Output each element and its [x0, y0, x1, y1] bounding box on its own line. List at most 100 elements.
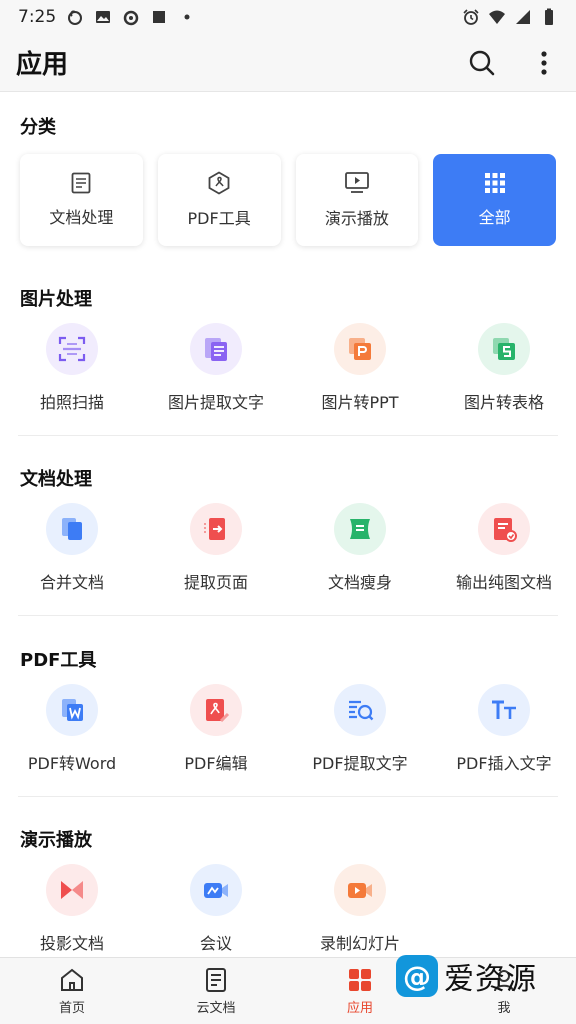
tool-photo-scan[interactable]: 拍照扫描	[0, 323, 144, 413]
watermark: @ 爱资源	[396, 954, 537, 998]
image-doc-icon	[494, 518, 517, 542]
tool-icon-bg	[190, 864, 242, 916]
divider	[18, 615, 558, 616]
watermark-logo-icon: @	[396, 955, 438, 997]
tool-image-ocr[interactable]: 图片提取文字	[144, 323, 288, 413]
pdf-to-word-icon	[62, 699, 83, 721]
tool-record-slides[interactable]: 录制幻灯片	[288, 864, 432, 954]
pdf-tools-section: PDF工具 PDF转Word PDF编辑 PDF提取文字 PDF插入文字	[0, 646, 576, 796]
section-title: 演示播放	[20, 830, 92, 851]
scan-icon	[58, 336, 86, 362]
text-search-icon	[349, 700, 374, 721]
tab-label: 我	[497, 1000, 511, 1016]
tool-label: PDF提取文字	[312, 754, 408, 773]
status-time: 7:25	[18, 7, 57, 27]
record-video-icon	[348, 883, 372, 898]
tab-label: 云文档	[196, 1000, 236, 1016]
more-options-button[interactable]	[528, 47, 560, 79]
image-notification-icon	[96, 11, 111, 23]
tool-label: 录制幻灯片	[319, 934, 400, 953]
tool-icon-bg	[334, 864, 386, 916]
categories-title: 分类	[20, 117, 56, 138]
video-meeting-icon	[204, 883, 228, 898]
tool-icon-bg	[478, 684, 530, 736]
image-text-icon	[205, 338, 227, 361]
tool-label: 合并文档	[39, 573, 104, 592]
pdf-edit-icon	[206, 699, 230, 723]
app-notification-icon	[68, 10, 83, 25]
tool-icon-bg	[334, 684, 386, 736]
tool-label: 图片转PPT	[321, 393, 399, 412]
ppt-icon	[349, 338, 371, 360]
battery-icon	[545, 8, 553, 25]
tool-icon-bg	[46, 684, 98, 736]
tool-icon-bg	[478, 323, 530, 375]
tool-extract-pages[interactable]: 提取页面	[144, 503, 288, 593]
extract-page-icon	[204, 518, 225, 540]
main-content: 分类 文档处理 PDF工具 演示播放 全部 图片处理 拍照扫描 图片提取文字 图…	[0, 93, 576, 957]
category-pdf[interactable]: PDF工具	[157, 154, 281, 246]
wifi-icon	[489, 10, 505, 24]
alarm-icon	[463, 9, 479, 25]
presentation-icon	[344, 172, 369, 193]
category-label: 文档处理	[49, 208, 114, 227]
apps-icon	[349, 968, 371, 991]
presentation-tools-section: 演示播放 投影文档 会议 录制幻灯片	[0, 826, 576, 957]
dot-notification-icon	[184, 14, 190, 20]
text-size-icon	[492, 700, 516, 719]
tool-image-to-sheet[interactable]: 图片转表格	[432, 323, 576, 413]
tool-project-doc[interactable]: 投影文档	[0, 864, 144, 954]
pdf-icon	[208, 171, 230, 195]
square-notification-icon	[153, 11, 166, 23]
divider	[18, 796, 558, 797]
home-icon	[61, 968, 83, 991]
category-document[interactable]: 文档处理	[20, 154, 143, 246]
section-title: 文档处理	[20, 469, 92, 490]
image-tools-section: 图片处理 拍照扫描 图片提取文字 图片转PPT 图片转表格	[0, 285, 576, 435]
category-row: 文档处理 PDF工具 演示播放 全部	[20, 154, 556, 246]
merge-icon	[62, 518, 82, 540]
category-label: 全部	[478, 208, 511, 227]
category-label: PDF工具	[187, 209, 251, 228]
tool-image-to-ppt[interactable]: 图片转PPT	[288, 323, 432, 413]
tab-cloud-docs[interactable]: 云文档	[144, 958, 288, 1024]
tool-merge-docs[interactable]: 合并文档	[0, 503, 144, 593]
tool-label: 投影文档	[39, 934, 104, 953]
tool-pdf-edit[interactable]: PDF编辑	[144, 684, 288, 774]
tool-label: PDF编辑	[184, 754, 248, 773]
tool-pdf-to-word[interactable]: PDF转Word	[0, 684, 144, 774]
tool-label: PDF转Word	[27, 754, 117, 773]
tab-home[interactable]: 首页	[0, 958, 144, 1024]
tool-label: 拍照扫描	[39, 393, 104, 412]
tool-label: PDF插入文字	[456, 754, 552, 773]
tool-icon-bg	[334, 323, 386, 375]
search-button[interactable]	[466, 47, 498, 79]
tool-image-only-doc[interactable]: 输出纯图文档	[432, 503, 576, 593]
tool-label: 会议	[199, 934, 232, 953]
tool-icon-bg	[190, 503, 242, 555]
status-bar: 7:25	[0, 0, 576, 34]
app-bar: 应用	[0, 34, 576, 92]
signal-icon	[516, 10, 530, 24]
tool-label: 提取页面	[183, 573, 248, 592]
category-presentation[interactable]: 演示播放	[295, 154, 419, 246]
tool-icon-bg	[478, 503, 530, 555]
category-all[interactable]: 全部	[433, 154, 556, 246]
projection-icon	[61, 881, 83, 899]
tool-icon-bg	[190, 684, 242, 736]
tool-slim-doc[interactable]: 文档瘦身	[288, 503, 432, 593]
tool-label: 输出纯图文档	[455, 573, 552, 592]
tool-pdf-insert-text[interactable]: PDF插入文字	[432, 684, 576, 774]
compress-icon	[350, 519, 370, 539]
tool-label: 图片转表格	[463, 393, 544, 412]
document-icon	[71, 172, 91, 194]
tab-label: 首页	[58, 1000, 85, 1016]
tool-icon-bg	[46, 864, 98, 916]
category-label: 演示播放	[324, 209, 389, 228]
tool-pdf-extract-text[interactable]: PDF提取文字	[288, 684, 432, 774]
section-title: PDF工具	[20, 650, 97, 671]
doc-tools-section: 文档处理 合并文档 提取页面 文档瘦身 输出纯图文档	[0, 465, 576, 615]
tool-icon-bg	[46, 323, 98, 375]
tool-meeting[interactable]: 会议	[144, 864, 288, 954]
page-title: 应用	[16, 50, 69, 80]
